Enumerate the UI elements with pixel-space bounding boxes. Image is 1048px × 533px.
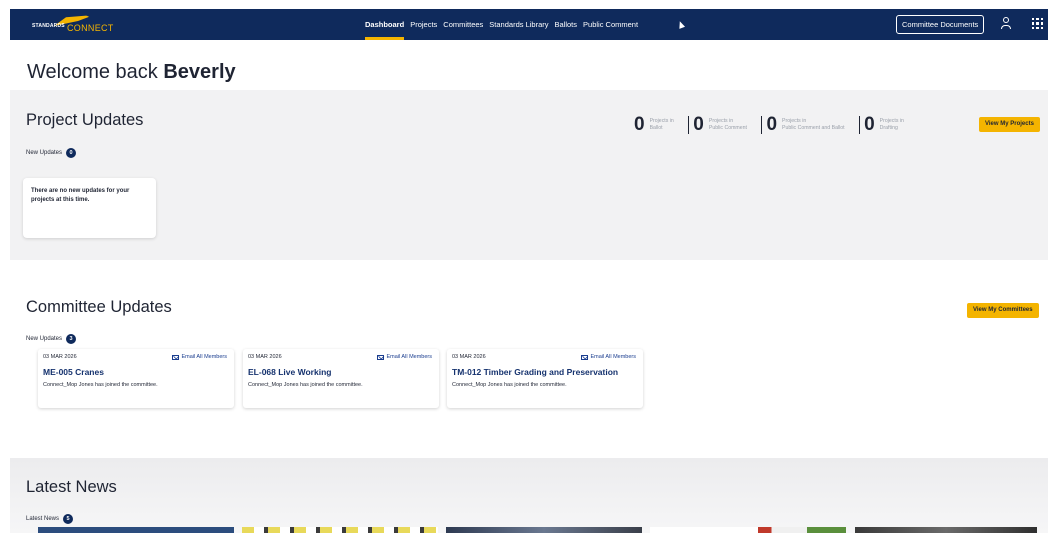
news-image[interactable] bbox=[242, 527, 438, 533]
stat-drafting[interactable]: 0 Projects in Drafting bbox=[864, 114, 904, 136]
nav-dashboard[interactable]: Dashboard bbox=[365, 9, 405, 40]
stat-divider bbox=[760, 116, 763, 134]
card-date: 03 MAR 2026 bbox=[248, 354, 282, 360]
new-updates-label: New Updates bbox=[26, 150, 63, 156]
stat-divider bbox=[687, 116, 690, 134]
stat-count: 0 bbox=[693, 114, 704, 135]
committee-card-title[interactable]: ME-005 Cranes bbox=[43, 367, 104, 377]
stat-label: Projects in Drafting bbox=[879, 118, 904, 131]
user-icon[interactable] bbox=[999, 17, 1013, 31]
committee-documents-button[interactable]: Committee Documents bbox=[896, 15, 985, 34]
project-new-updates: New Updates 0 bbox=[26, 148, 77, 158]
logo-text-small: STANDARDS bbox=[32, 23, 65, 29]
committee-card[interactable]: 03 MAR 2026 Email All Members EL-068 Liv… bbox=[243, 349, 439, 408]
top-nav-bar: STANDARDS CONNECT Dashboard Projects Com… bbox=[10, 9, 1048, 40]
latest-news-section bbox=[10, 458, 1048, 533]
new-updates-label: New Updates bbox=[26, 336, 63, 342]
envelope-icon bbox=[581, 354, 589, 360]
news-image[interactable] bbox=[38, 527, 234, 533]
stat-count: 0 bbox=[864, 114, 875, 135]
news-image[interactable] bbox=[855, 527, 1037, 533]
email-all-members-link[interactable]: Email All Members bbox=[172, 354, 227, 360]
envelope-icon bbox=[172, 354, 180, 360]
new-updates-count-badge: 0 bbox=[66, 148, 77, 158]
stat-public-comment[interactable]: 0 Projects in Public Comment bbox=[693, 114, 747, 136]
latest-news-title: Latest News bbox=[26, 478, 117, 496]
committee-card-description: Connect_Mop Jones has joined the committ… bbox=[452, 382, 567, 388]
card-date: 03 MAR 2026 bbox=[43, 354, 77, 360]
view-my-committees-button[interactable]: View My Committees bbox=[967, 303, 1039, 318]
latest-news-count-badge: 5 bbox=[63, 514, 74, 524]
welcome-prefix: Welcome back bbox=[27, 61, 158, 83]
news-image[interactable] bbox=[650, 527, 846, 533]
email-all-members-link[interactable]: Email All Members bbox=[581, 354, 636, 360]
committee-new-updates: New Updates 3 bbox=[26, 334, 77, 344]
apps-grid-icon[interactable] bbox=[1032, 18, 1044, 30]
email-all-members-link[interactable]: Email All Members bbox=[377, 354, 432, 360]
card-date: 03 MAR 2026 bbox=[452, 354, 486, 360]
standards-connect-logo[interactable]: STANDARDS CONNECT bbox=[32, 15, 114, 35]
committee-card[interactable]: 03 MAR 2026 Email All Members ME-005 Cra… bbox=[38, 349, 234, 408]
new-updates-count-badge: 3 bbox=[66, 334, 77, 344]
nav-committees[interactable]: Committees bbox=[443, 9, 483, 40]
stat-label: Projects in Ballot bbox=[649, 118, 674, 131]
committee-card-title[interactable]: EL-068 Live Working bbox=[248, 367, 331, 377]
empty-message: There are no new updates for your projec… bbox=[31, 188, 130, 203]
stat-public-comment-and-ballot[interactable]: 0 Projects in Public Comment and Ballot bbox=[766, 114, 844, 136]
envelope-icon bbox=[377, 354, 385, 360]
committee-card-title[interactable]: TM-012 Timber Grading and Preservation bbox=[452, 367, 618, 377]
stat-label: Projects in Public Comment and Ballot bbox=[782, 118, 845, 131]
stat-count: 0 bbox=[634, 114, 645, 135]
project-empty-card: There are no new updates for your projec… bbox=[23, 178, 156, 238]
mouse-cursor-icon bbox=[676, 20, 686, 29]
latest-news-label: Latest News bbox=[26, 516, 60, 522]
committee-card[interactable]: 03 MAR 2026 Email All Members TM-012 Tim… bbox=[447, 349, 643, 408]
stat-ballot[interactable]: 0 Projects in Ballot bbox=[634, 114, 674, 136]
stat-divider bbox=[858, 116, 861, 134]
news-image[interactable] bbox=[446, 527, 642, 533]
logo-text-connect: CONNECT bbox=[67, 23, 114, 33]
stat-label: Projects in Public Comment bbox=[708, 118, 747, 131]
project-updates-title: Project Updates bbox=[26, 111, 144, 129]
nav-public-comment[interactable]: Public Comment bbox=[583, 9, 638, 40]
committee-card-description: Connect_Mop Jones has joined the committ… bbox=[43, 382, 158, 388]
nav-projects[interactable]: Projects bbox=[410, 9, 437, 40]
main-nav: Dashboard Projects Committees Standards … bbox=[365, 9, 638, 40]
nav-ballots[interactable]: Ballots bbox=[555, 9, 578, 40]
committee-updates-title: Committee Updates bbox=[26, 298, 172, 316]
nav-standards-library[interactable]: Standards Library bbox=[489, 9, 548, 40]
project-stats: 0 Projects in Ballot 0 Projects in Public … bbox=[634, 114, 904, 136]
latest-news-count-row: Latest News 5 bbox=[26, 514, 74, 524]
stat-count: 0 bbox=[766, 114, 778, 135]
welcome-user-name: Beverly bbox=[163, 61, 236, 83]
view-my-projects-button[interactable]: View My Projects bbox=[979, 117, 1040, 132]
welcome-heading: Welcome back Beverly bbox=[27, 61, 236, 84]
committee-card-description: Connect_Mop Jones has joined the committ… bbox=[248, 382, 363, 388]
